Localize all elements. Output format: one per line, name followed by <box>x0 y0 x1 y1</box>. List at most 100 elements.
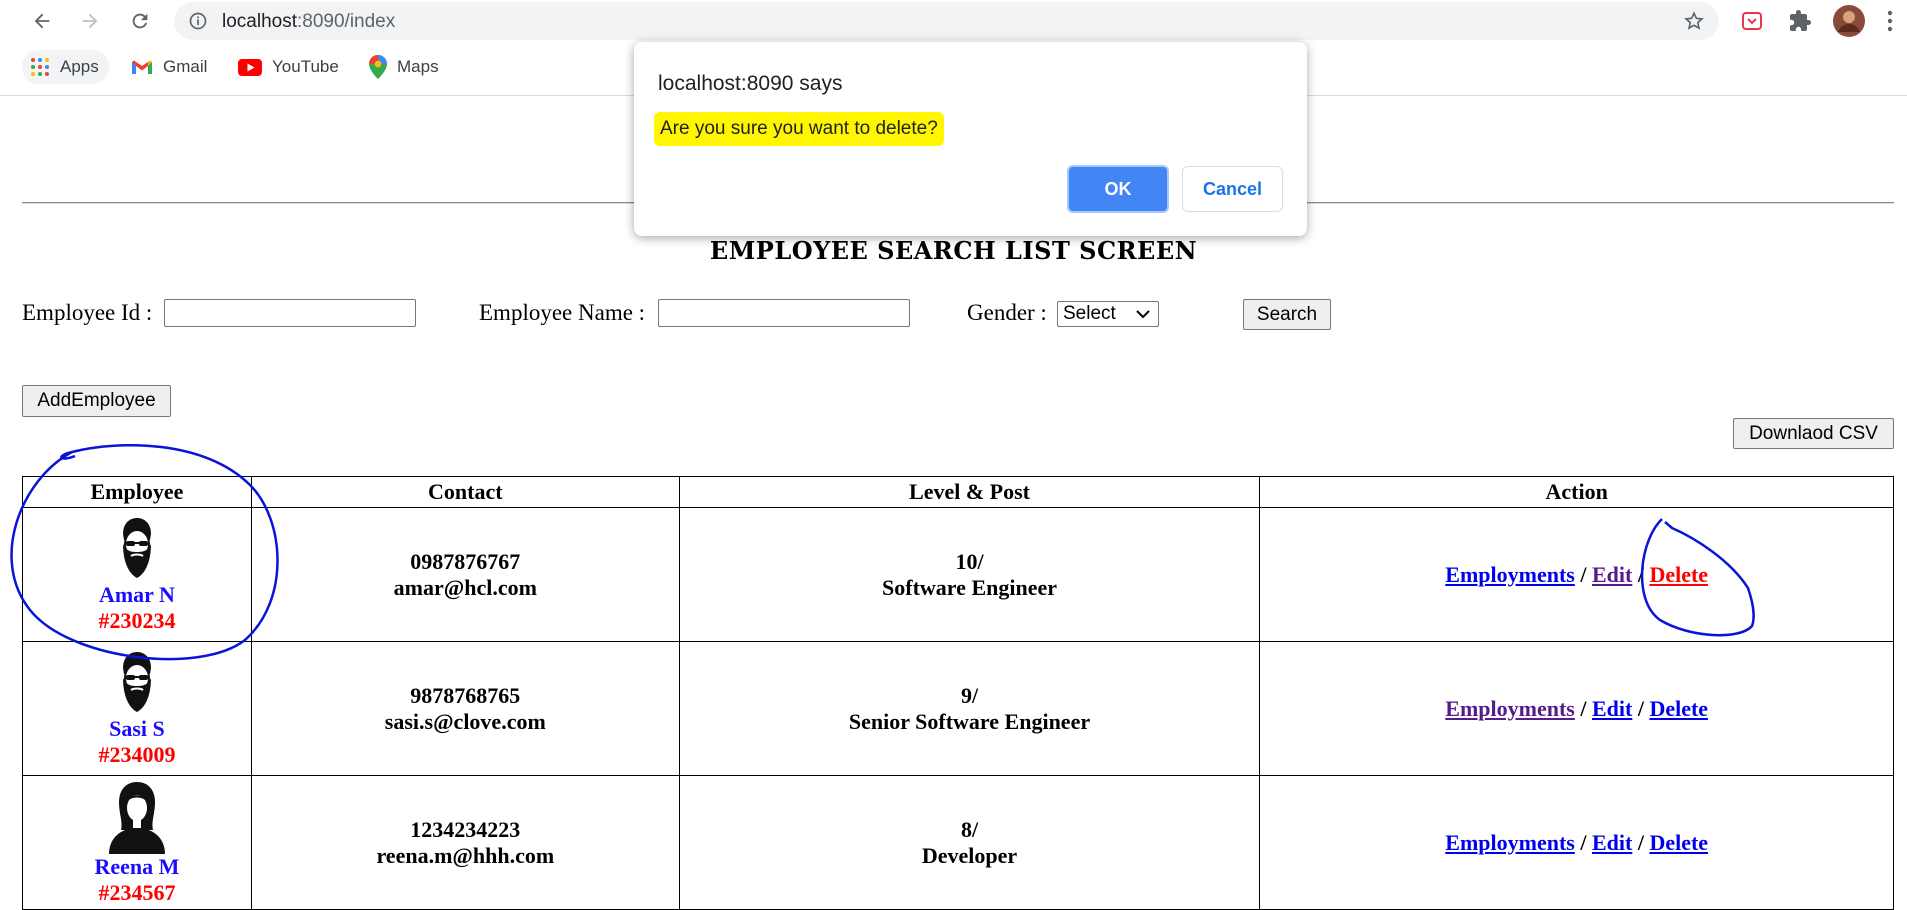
forward-arrow-icon <box>82 13 98 29</box>
dialog-title: localhost:8090 says <box>658 72 843 95</box>
bookmark-label: Maps <box>397 57 439 76</box>
url-host: localhost <box>222 11 297 32</box>
bearded-man-avatar-icon <box>122 517 151 578</box>
action-cell: Employments / Edit / Delete <box>1259 507 1894 642</box>
employee-name-input[interactable] <box>658 299 910 327</box>
contact-cell: 1234234223 reena.m@hhh.com <box>250 775 680 910</box>
pocket-extension-icon[interactable] <box>1737 6 1767 36</box>
employee-name: Sasi S <box>109 715 165 741</box>
bookmark-star-icon[interactable] <box>1683 10 1705 37</box>
employee-email: sasi.s@clove.com <box>384 708 546 734</box>
action-separator: / <box>1637 561 1644 587</box>
profile-avatar[interactable] <box>1832 4 1866 38</box>
level-post-cell: 9/ Senior Software Engineer <box>678 641 1261 776</box>
gender-selected-value: Select <box>1063 303 1116 324</box>
employee-id-input[interactable] <box>164 299 416 327</box>
edit-link[interactable]: Edit <box>1592 830 1632 855</box>
search-button[interactable]: Search <box>1243 299 1331 330</box>
employee-phone: 9878768765 <box>410 682 521 708</box>
site-info-icon[interactable] <box>188 11 208 36</box>
action-separator: / <box>1580 561 1587 587</box>
forward-button[interactable] <box>75 6 105 36</box>
confirm-dialog: localhost:8090 says Are you sure you wan… <box>634 42 1307 236</box>
reload-icon <box>132 13 148 29</box>
employee-post: Senior Software Engineer <box>848 708 1091 734</box>
reload-button[interactable] <box>125 6 155 36</box>
extensions-puzzle-icon[interactable] <box>1785 6 1815 36</box>
back-button[interactable] <box>27 6 57 36</box>
contact-cell: 9878768765 sasi.s@clove.com <box>250 641 680 776</box>
employee-cell: Reena M #234567 <box>22 775 252 910</box>
action-separator: / <box>1637 829 1644 855</box>
action-separator: / <box>1580 695 1587 721</box>
bookmark-maps[interactable]: Maps <box>369 50 439 84</box>
employee-level: 10/ <box>955 548 984 574</box>
menu-dots-icon[interactable] <box>1883 6 1897 36</box>
employee-email: amar@hcl.com <box>393 574 537 600</box>
delete-link[interactable]: Delete <box>1649 696 1708 721</box>
employments-link[interactable]: Employments <box>1445 830 1575 855</box>
table-row: Reena M #234567 1234234223 reena.m@hhh.c… <box>22 775 1894 910</box>
bookmark-label: Gmail <box>163 57 208 76</box>
employee-name: Amar N <box>98 581 175 607</box>
employee-post: Software Engineer <box>882 574 1057 600</box>
level-post-cell: 8/ Developer <box>678 775 1261 910</box>
column-header-level-post: Level & Post <box>678 476 1261 508</box>
employee-id-label: Employee Id : <box>22 300 153 325</box>
edit-link[interactable]: Edit <box>1592 696 1632 721</box>
table-row: Amar N #230234 0987876767 amar@hcl.com 1… <box>22 507 1894 642</box>
employee-phone: 0987876767 <box>410 548 521 574</box>
youtube-icon <box>238 58 262 76</box>
column-header-action: Action <box>1259 476 1894 508</box>
chevron-down-icon <box>1136 310 1150 319</box>
employments-link[interactable]: Employments <box>1445 562 1575 587</box>
employee-post: Developer <box>921 842 1018 868</box>
employee-id: #234567 <box>98 879 176 905</box>
employee-id: #230234 <box>98 607 176 633</box>
download-csv-button[interactable]: Downlaod CSV <box>1733 418 1894 449</box>
bearded-man-avatar-icon <box>122 651 151 712</box>
gender-select[interactable]: Select <box>1057 301 1159 327</box>
back-arrow-icon <box>34 13 50 29</box>
contact-cell: 0987876767 amar@hcl.com <box>250 507 680 642</box>
url-text: localhost:8090/index <box>222 11 395 33</box>
maps-icon <box>369 55 387 79</box>
cancel-button[interactable]: Cancel <box>1182 166 1283 212</box>
action-cell: Employments / Edit / Delete <box>1259 775 1894 910</box>
apps-grid-icon <box>30 57 50 77</box>
employee-table: Employee Contact Level & Post Action Ama… <box>22 476 1894 910</box>
table-header-row: Employee Contact Level & Post Action <box>22 476 1894 508</box>
bookmark-youtube[interactable]: YouTube <box>238 50 339 84</box>
employee-name-label: Employee Name : <box>479 300 646 325</box>
add-employee-button[interactable]: AddEmployee <box>22 385 171 417</box>
employee-phone: 1234234223 <box>410 816 521 842</box>
page-title: EMPLOYEE SEARCH LIST SCREEN <box>709 236 1198 265</box>
bookmark-label: YouTube <box>272 57 339 76</box>
action-separator: / <box>1580 829 1587 855</box>
employee-name: Reena M <box>94 853 180 879</box>
woman-avatar-icon <box>108 781 165 854</box>
column-header-employee: Employee <box>22 476 252 508</box>
gender-label: Gender : <box>967 300 1047 325</box>
action-cell: Employments / Edit / Delete <box>1259 641 1894 776</box>
bookmark-apps[interactable]: Apps <box>22 50 109 84</box>
employee-cell: Sasi S #234009 <box>22 641 252 776</box>
address-bar[interactable]: localhost:8090/index <box>174 2 1719 40</box>
employee-level: 9/ <box>960 682 979 708</box>
dialog-message: Are you sure you want to delete? <box>654 112 944 146</box>
bookmark-gmail[interactable]: Gmail <box>131 50 207 84</box>
delete-link[interactable]: Delete <box>1649 562 1708 587</box>
delete-link[interactable]: Delete <box>1649 830 1708 855</box>
employee-id: #234009 <box>98 741 176 767</box>
table-row: Sasi S #234009 9878768765 sasi.s@clove.c… <box>22 641 1894 776</box>
gmail-icon <box>131 59 153 76</box>
ok-button[interactable]: OK <box>1067 165 1169 213</box>
browser-toolbar: localhost:8090/index <box>0 0 1907 42</box>
employments-link[interactable]: Employments <box>1445 696 1575 721</box>
level-post-cell: 10/ Software Engineer <box>678 507 1261 642</box>
employee-email: reena.m@hhh.com <box>376 842 555 868</box>
edit-link[interactable]: Edit <box>1592 562 1632 587</box>
column-header-contact: Contact <box>250 476 680 508</box>
employee-level: 8/ <box>960 816 979 842</box>
action-separator: / <box>1637 695 1644 721</box>
